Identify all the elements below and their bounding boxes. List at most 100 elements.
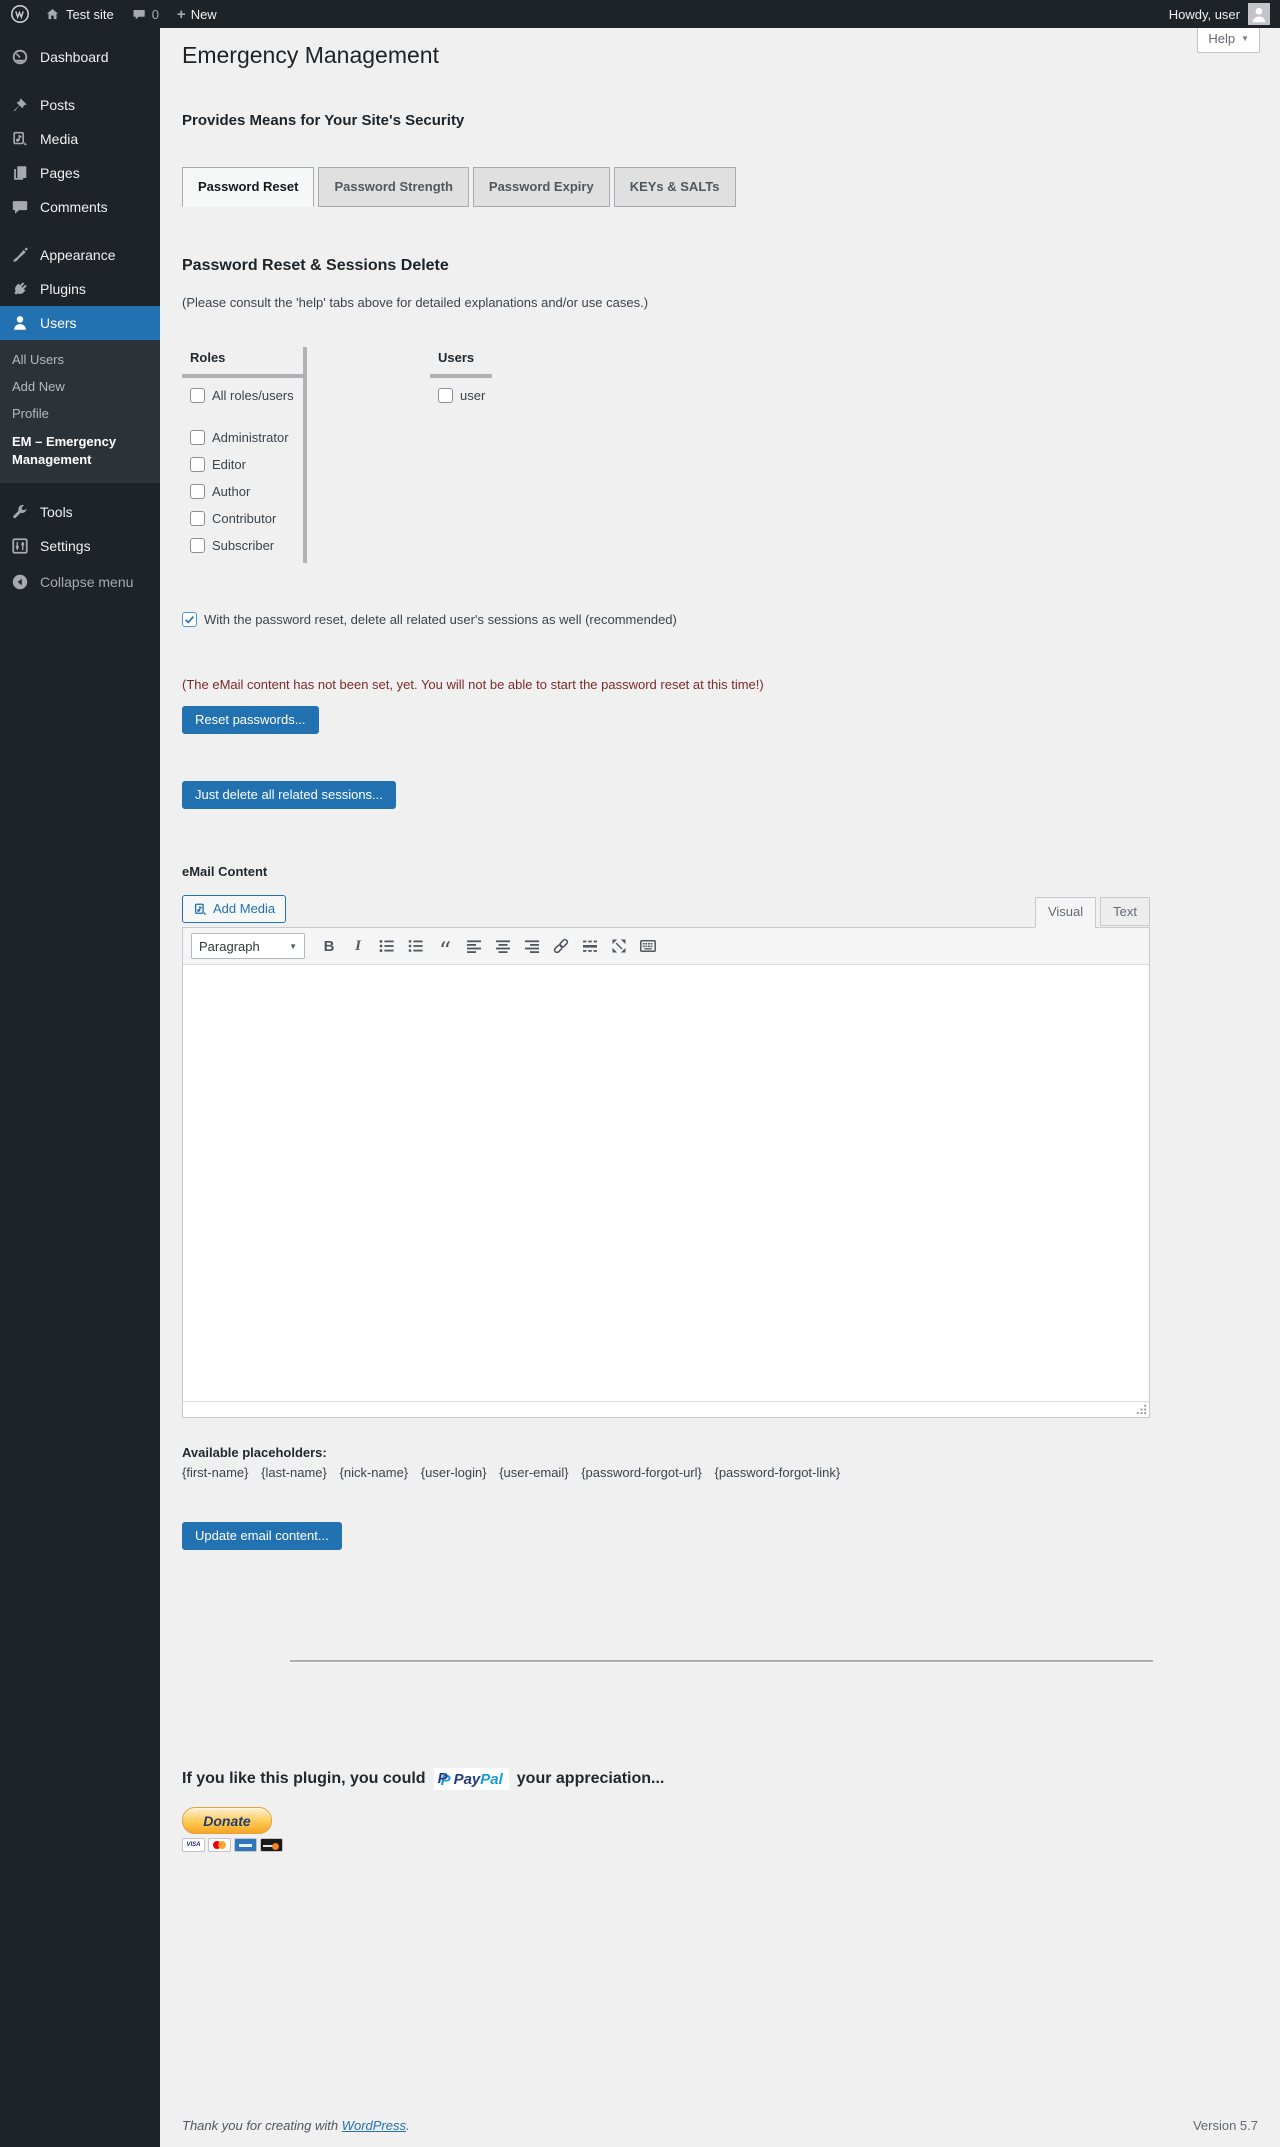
collapse-menu-button[interactable]: Collapse menu [0,565,160,599]
wordpress-logo-icon [10,4,30,24]
checkbox-administrator[interactable] [190,430,205,445]
donate-prefix: If you like this plugin, you could [182,1770,426,1787]
delete-sessions-label: With the password reset, delete all rela… [204,612,677,627]
sidebar-item-posts[interactable]: Posts [0,88,160,122]
footer-version: Version 5.7 [1192,2118,1258,2133]
user-label: user [460,388,486,403]
sidebar-item-label: Plugins [40,281,86,297]
sidebar-item-label: Appearance [40,247,116,263]
site-name-menu[interactable]: Test site [44,6,114,23]
visual-tab[interactable]: Visual [1034,897,1097,928]
comments-menu[interactable]: 0 [132,7,159,22]
donate-suffix: your appreciation... [516,1770,665,1787]
checkbox-all-roles-users[interactable] [190,388,205,403]
tab-password-strength[interactable]: Password Strength [318,167,469,207]
editor-toolbar: Paragraph ▼ B I “ [183,928,1149,965]
role-row: Author [190,484,303,499]
text-tab[interactable]: Text [1100,897,1150,926]
comments-icon [10,198,30,216]
sidebar-item-label: Pages [40,165,80,181]
delete-sessions-option: With the password reset, delete all rela… [182,612,1280,627]
sidebar-item-label: Users [40,315,77,331]
footer-thanks: Thank you for creating with WordPress. [182,2118,410,2133]
role-label: Administrator [212,430,289,445]
resize-grip[interactable] [1136,1404,1147,1415]
collapse-menu-label: Collapse menu [40,574,134,591]
blockquote-button[interactable]: “ [432,934,458,963]
plugin-icon [10,280,30,298]
checkbox-editor[interactable] [190,457,205,472]
tab-password-reset[interactable]: Password Reset [182,167,315,207]
sidebar-item-pages[interactable]: Pages [0,156,160,190]
sidebar-item-comments[interactable]: Comments [0,190,160,224]
user-row: user [438,388,492,403]
insert-link-button[interactable] [548,934,574,958]
add-media-button[interactable]: Add Media [182,895,287,923]
align-left-button[interactable] [461,934,487,958]
align-center-button[interactable] [490,934,516,958]
checkbox-author[interactable] [190,484,205,499]
email-editor: Add Media Visual Text Paragraph ▼ B I “ [182,891,1150,1418]
sidebar-item-settings[interactable]: Settings [0,529,160,563]
sidebar-item-dashboard[interactable]: Dashboard [0,40,160,74]
sidebar-item-plugins[interactable]: Plugins [0,272,160,306]
sidebar-item-appearance[interactable]: Appearance [0,238,160,272]
user-avatar[interactable] [1248,3,1270,25]
submenu-all-users[interactable]: All Users [0,346,160,373]
paragraph-dropdown-value: Paragraph [199,938,260,954]
donate-message: If you like this plugin, you could PP Pa… [182,1768,1280,1790]
delete-all-sessions-button[interactable]: Just delete all related sessions... [182,781,396,809]
submenu-add-new[interactable]: Add New [0,373,160,400]
email-editor-area[interactable] [183,965,1149,1401]
editor-status-bar [183,1401,1149,1417]
toolbar-toggle-button[interactable] [635,934,661,958]
role-row: All roles/users [190,388,303,403]
amex-card-icon [234,1838,257,1852]
howdy-user-menu[interactable]: Howdy, user [1169,7,1240,22]
tab-keys-salts[interactable]: KEYs & SALTs [613,167,736,207]
payment-cards: VISA [182,1838,1280,1852]
role-row: Contributor [190,511,303,526]
submenu-profile[interactable]: Profile [0,400,160,427]
checkbox-user[interactable] [438,388,453,403]
add-media-label: Add Media [213,901,276,916]
new-content-menu[interactable]: + New [177,7,217,22]
reset-passwords-button[interactable]: Reset passwords... [182,706,319,734]
fullscreen-button[interactable] [606,934,632,958]
editor-mode-tabs: Visual Text [1031,897,1150,928]
placeholder-token: {nick-name} [339,1465,409,1480]
italic-button[interactable]: I [345,934,371,958]
read-more-button[interactable] [577,934,603,958]
paragraph-format-dropdown[interactable]: Paragraph ▼ [191,933,305,959]
menu-separator [0,483,160,495]
wordpress-logo-menu[interactable] [10,4,30,24]
bold-button[interactable]: B [316,934,342,958]
paypal-donate-button[interactable]: Donate [182,1807,272,1834]
tab-password-expiry[interactable]: Password Expiry [472,167,610,207]
checkbox-delete-sessions[interactable] [182,612,197,627]
bulleted-list-button[interactable] [374,934,400,958]
wordpress-link[interactable]: WordPress [342,2118,406,2133]
update-email-content-button[interactable]: Update email content... [182,1522,342,1550]
submenu-em-emergency-management[interactable]: EM – Emergency Management [0,427,160,475]
settings-icon [10,537,30,555]
admin-sidebar: Dashboard Posts Media Pages Comments App… [0,28,160,2147]
comment-bubble-icon [132,7,147,22]
help-dropdown-button[interactable]: Help ▼ [1197,24,1260,53]
numbered-list-button[interactable] [403,934,429,958]
checkbox-subscriber[interactable] [190,538,205,553]
discover-card-icon [260,1838,283,1852]
media-icon [193,902,208,917]
sidebar-item-tools[interactable]: Tools [0,495,160,529]
placeholder-token: {last-name} [261,1465,327,1480]
admin-footer: Thank you for creating with WordPress. V… [182,2118,1280,2147]
checkbox-contributor[interactable] [190,511,205,526]
section-note: (Please consult the 'help' tabs above fo… [182,295,649,310]
pages-icon [10,164,30,182]
menu-separator [0,74,160,88]
site-name-label: Test site [66,6,114,22]
align-right-button[interactable] [519,934,545,958]
visa-card-icon: VISA [182,1838,205,1852]
sidebar-item-users[interactable]: Users [0,306,160,340]
sidebar-item-media[interactable]: Media [0,122,160,156]
